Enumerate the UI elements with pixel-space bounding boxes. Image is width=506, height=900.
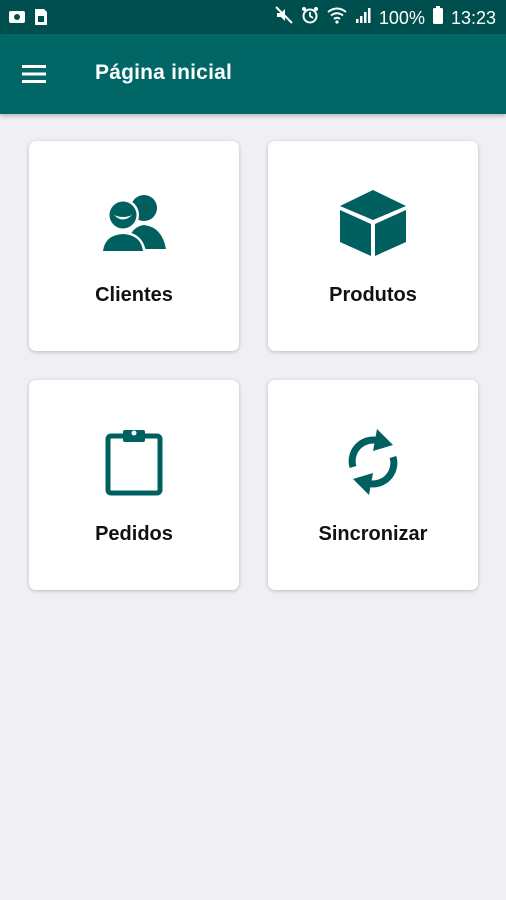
card-icon-container: [29, 424, 239, 500]
mute-icon: [275, 6, 293, 29]
card-icon-container: [268, 424, 478, 500]
card-label: Produtos: [329, 284, 417, 306]
signal-icon: [355, 6, 371, 29]
status-right: 100% 13:23: [275, 6, 496, 29]
page-title: Página inicial: [95, 61, 233, 84]
photo-notification-icon: [8, 9, 26, 30]
card-label: Sincronizar: [318, 523, 428, 545]
wifi-icon: [327, 6, 347, 29]
card-label: Pedidos: [95, 523, 173, 545]
box-icon: [340, 190, 406, 256]
card-icon-container: [29, 185, 239, 261]
card-icon-container: [268, 185, 478, 261]
menu-button[interactable]: [16, 56, 52, 92]
sim-notification-icon: [34, 8, 48, 31]
app-bar: Página inicial: [0, 34, 506, 114]
card-produtos[interactable]: Produtos: [268, 141, 478, 351]
card-clientes[interactable]: Clientes: [29, 141, 239, 351]
battery-percent: 100%: [378, 7, 425, 28]
clients-icon: [100, 195, 166, 253]
card-label: Clientes: [95, 284, 173, 306]
alarm-icon: [301, 6, 319, 29]
clipboard-icon: [105, 430, 163, 496]
sync-icon: [348, 429, 398, 495]
status-bar: 100% 13:23: [0, 0, 506, 34]
card-sincronizar[interactable]: Sincronizar: [268, 380, 478, 590]
battery-icon: [432, 6, 443, 29]
status-left: [8, 8, 48, 31]
clock: 13:23: [450, 7, 496, 28]
card-pedidos[interactable]: Pedidos: [29, 380, 239, 590]
menu-icon: [22, 65, 46, 83]
